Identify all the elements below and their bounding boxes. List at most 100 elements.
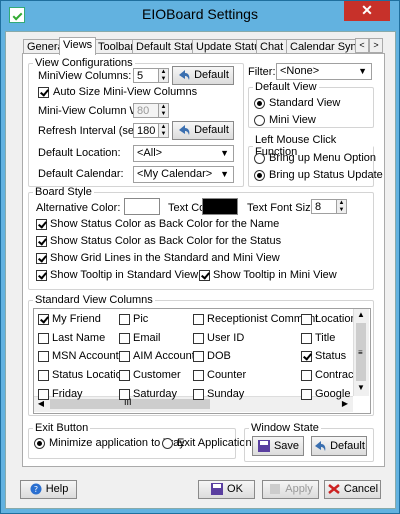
chevron-down-icon: ▼ — [220, 169, 229, 179]
status-color-status-checkbox[interactable] — [36, 236, 47, 247]
scroll-right-icon[interactable]: ▶ — [338, 399, 352, 408]
standard-view-radio[interactable] — [254, 98, 265, 109]
column-checkbox[interactable] — [193, 351, 204, 362]
grip-icon: ≡ — [358, 348, 363, 357]
column-checkbox[interactable] — [193, 314, 204, 325]
ok-button[interactable]: OK — [198, 480, 255, 499]
column-label: Customer — [133, 369, 181, 381]
column-checkbox[interactable] — [193, 389, 204, 400]
columns-vscroll[interactable]: ▲ ≡ ▼ — [353, 309, 369, 396]
auto-size-checkbox[interactable] — [38, 87, 49, 98]
help-label: Help — [45, 483, 69, 495]
font-size-stepper[interactable]: ▲ ▼ — [336, 199, 347, 214]
default-location-select[interactable]: <All> ▼ — [133, 145, 234, 162]
refresh-interval-stepper[interactable]: ▲ ▼ — [158, 123, 169, 138]
filter-select[interactable]: <None> ▼ — [276, 63, 372, 80]
app-icon — [9, 7, 25, 23]
column-label: Saturday — [133, 388, 178, 400]
alt-color-swatch[interactable] — [124, 198, 160, 215]
tab-views[interactable]: Views — [59, 37, 97, 55]
column-label: Title — [315, 332, 336, 344]
ok-label: OK — [227, 483, 243, 495]
tooltip-mini-label: Show Tooltip in Mini View — [213, 269, 337, 281]
auto-size-label: Auto Size Mini-View Columns — [53, 86, 198, 98]
window-state-legend: Window State — [251, 422, 319, 434]
mini-view-radio[interactable] — [254, 115, 265, 126]
column-checkbox[interactable] — [301, 389, 312, 400]
miniview-default-label: Default — [194, 69, 229, 81]
tab-scroll-left[interactable]: < — [355, 38, 369, 53]
menu-option-radio[interactable] — [254, 153, 265, 164]
default-view-legend: Default View — [255, 81, 317, 93]
default-location-value: <All> — [137, 147, 163, 159]
column-checkbox[interactable] — [38, 351, 49, 362]
column-label: Last Name — [52, 332, 106, 344]
column-label: Email — [133, 332, 161, 344]
exit-app-radio[interactable] — [162, 438, 173, 449]
text-color-swatch[interactable] — [202, 198, 238, 215]
column-checkbox[interactable] — [119, 314, 130, 325]
apply-icon — [268, 483, 282, 495]
miniview-columns-label: MiniView Columns: — [38, 70, 132, 82]
minimize-tray-radio[interactable] — [34, 438, 45, 449]
tab-chat[interactable]: Chat — [256, 39, 288, 54]
save-state-button[interactable]: Save — [252, 436, 304, 456]
column-checkbox[interactable] — [301, 333, 312, 344]
exit-app-label: Exit Application — [177, 437, 252, 449]
default-calendar-label: Default Calendar: — [38, 168, 124, 180]
default-state-label: Default — [330, 440, 365, 452]
mini-view-label: Mini View — [269, 114, 316, 126]
scroll-up-icon[interactable]: ▲ — [354, 310, 368, 319]
column-checkbox[interactable] — [38, 370, 49, 381]
miniview-columns-input[interactable]: 5 — [133, 68, 159, 83]
refresh-interval-input[interactable]: 180 — [133, 123, 159, 138]
column-width-stepper[interactable]: ▲ ▼ — [158, 103, 169, 118]
grid-lines-label: Show Grid Lines in the Standard and Mini… — [50, 252, 280, 264]
column-label: Contractor — [315, 369, 353, 381]
status-color-name-label: Show Status Color as Back Color for the … — [50, 218, 280, 230]
default-calendar-select[interactable]: <My Calendar> ▼ — [133, 166, 234, 183]
tooltip-mini-checkbox[interactable] — [199, 270, 210, 281]
refresh-default-button[interactable]: Default — [172, 121, 234, 140]
font-size-input[interactable]: 8 — [311, 199, 337, 214]
column-checkbox[interactable] — [38, 314, 49, 325]
column-checkbox[interactable] — [38, 333, 49, 344]
tooltip-standard-checkbox[interactable] — [36, 270, 47, 281]
column-label: My Friend — [52, 313, 101, 325]
close-button[interactable]: ✕ — [344, 1, 390, 21]
tab-scroll-right[interactable]: > — [369, 38, 383, 53]
status-color-name-checkbox[interactable] — [36, 219, 47, 230]
refresh-default-label: Default — [194, 124, 229, 136]
standard-view-label: Standard View — [269, 97, 341, 109]
chevron-down-icon: ▼ — [358, 66, 367, 76]
column-checkbox[interactable] — [301, 314, 312, 325]
view-config-legend: View Configurations — [35, 57, 133, 69]
grid-lines-checkbox[interactable] — [36, 253, 47, 264]
board-style-legend: Board Style — [35, 186, 92, 198]
column-checkbox[interactable] — [119, 333, 130, 344]
column-checkbox[interactable] — [193, 333, 204, 344]
status-update-label: Bring up Status Update — [269, 169, 383, 181]
scroll-down-icon[interactable]: ▼ — [354, 383, 368, 392]
column-checkbox[interactable] — [119, 389, 130, 400]
miniview-columns-stepper[interactable]: ▲ ▼ — [158, 68, 169, 83]
default-calendar-value: <My Calendar> — [137, 168, 213, 180]
column-checkbox[interactable] — [301, 370, 312, 381]
cancel-button[interactable]: Cancel — [324, 480, 381, 499]
column-width-input[interactable]: 80 — [133, 103, 159, 118]
apply-button[interactable]: Apply — [262, 480, 319, 499]
column-checkbox[interactable] — [119, 351, 130, 362]
column-label: Location — [315, 313, 353, 325]
column-checkbox[interactable] — [301, 351, 312, 362]
miniview-default-button[interactable]: Default — [172, 66, 234, 85]
column-label: Google Voi — [315, 388, 353, 400]
default-state-button[interactable]: Default — [311, 436, 367, 456]
column-checkbox[interactable] — [38, 389, 49, 400]
column-checkbox[interactable] — [119, 370, 130, 381]
status-update-radio[interactable] — [254, 170, 265, 181]
column-label: Friday — [52, 388, 83, 400]
scroll-left-icon[interactable]: ◀ — [34, 399, 48, 408]
help-button[interactable]: ? Help — [20, 480, 77, 499]
column-checkbox[interactable] — [193, 370, 204, 381]
status-color-status-label: Show Status Color as Back Color for the … — [50, 235, 282, 247]
